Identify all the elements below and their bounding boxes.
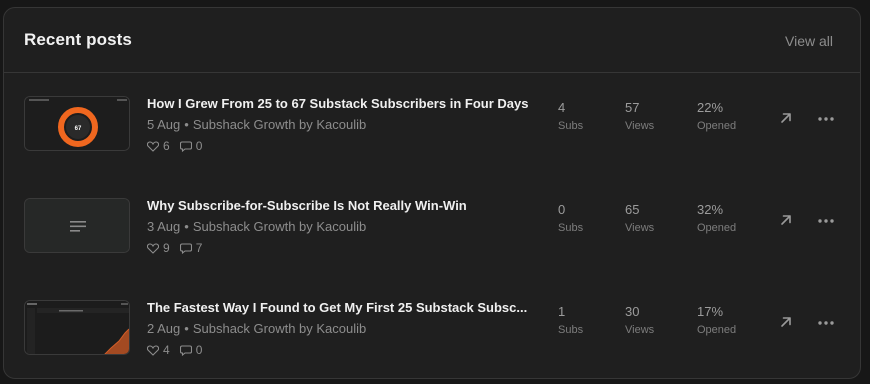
post-thumbnail[interactable] xyxy=(24,300,130,355)
recent-posts-panel: Recent posts View all 67 How I Grew From… xyxy=(3,7,861,379)
more-horizontal-icon[interactable] xyxy=(817,116,835,122)
opened-label: Opened xyxy=(697,324,737,336)
views-value: 65 xyxy=(625,202,640,217)
comment-count: 0 xyxy=(195,139,203,153)
heart-icon xyxy=(147,242,159,254)
post-row[interactable]: 67 How I Grew From 25 to 67 Substack Sub… xyxy=(4,73,860,175)
post-row[interactable]: The Fastest Way I Found to Get My First … xyxy=(4,277,860,378)
subs-value: 1 xyxy=(558,304,566,319)
opened-stat: 32% Opened xyxy=(697,202,736,234)
opened-stat: 17% Opened xyxy=(697,304,736,336)
subs-stat: 4 Subs xyxy=(558,100,583,132)
post-title[interactable]: The Fastest Way I Found to Get My First … xyxy=(147,300,539,315)
post-date: 2 Aug xyxy=(147,321,181,336)
post-publication: Subshack Growth by Kacoulib xyxy=(192,219,367,234)
opened-value: 22% xyxy=(697,100,724,115)
post-publication: Subshack Growth by Kacoulib xyxy=(192,117,367,132)
comment-count: 7 xyxy=(195,241,203,255)
comment-count: 0 xyxy=(195,343,203,357)
views-stat: 30 Views xyxy=(625,304,654,336)
views-stat: 65 Views xyxy=(625,202,654,234)
more-horizontal-icon[interactable] xyxy=(817,218,835,224)
post-title[interactable]: How I Grew From 25 to 67 Substack Subscr… xyxy=(147,96,539,111)
arrow-up-right-icon[interactable] xyxy=(778,110,794,126)
heart-icon xyxy=(147,344,159,356)
subs-label: Subs xyxy=(558,120,584,132)
heart-icon xyxy=(147,140,159,152)
subs-label: Subs xyxy=(558,324,584,336)
post-row[interactable]: Why Subscribe-for-Subscribe Is Not Reall… xyxy=(4,175,860,277)
opened-stat: 22% Opened xyxy=(697,100,736,132)
views-value: 30 xyxy=(625,304,640,319)
post-reactions: 6 0 xyxy=(147,139,212,153)
opened-value: 32% xyxy=(697,202,724,217)
panel-title: Recent posts xyxy=(24,30,132,49)
views-stat: 57 Views xyxy=(625,100,654,132)
opened-label: Opened xyxy=(697,222,737,234)
post-thumbnail[interactable] xyxy=(24,198,130,253)
post-publication: Subshack Growth by Kacoulib xyxy=(192,321,367,336)
post-meta: 3 Aug • Subshack Growth by Kacoulib xyxy=(147,219,367,234)
post-date: 3 Aug xyxy=(147,219,181,234)
subs-value: 4 xyxy=(558,100,566,115)
post-reactions: 9 7 xyxy=(147,241,212,255)
view-all-link[interactable]: View all xyxy=(785,33,833,49)
thumbnail-value: 67 xyxy=(75,126,82,132)
views-label: Views xyxy=(625,222,655,234)
more-horizontal-icon[interactable] xyxy=(817,320,835,326)
opened-label: Opened xyxy=(697,120,737,132)
subs-stat: 0 Subs xyxy=(558,202,583,234)
post-thumbnail[interactable]: 67 xyxy=(24,96,130,151)
views-value: 57 xyxy=(625,100,640,115)
like-count: 6 xyxy=(163,139,170,153)
subs-label: Subs xyxy=(558,222,584,234)
comment-icon xyxy=(179,140,192,152)
comment-icon xyxy=(179,344,192,356)
post-title[interactable]: Why Subscribe-for-Subscribe Is Not Reall… xyxy=(147,198,539,213)
post-meta: 2 Aug • Subshack Growth by Kacoulib xyxy=(147,321,367,336)
like-count: 4 xyxy=(163,343,170,357)
views-label: Views xyxy=(625,120,655,132)
arrow-up-right-icon[interactable] xyxy=(778,314,794,330)
like-count: 9 xyxy=(163,241,170,255)
opened-value: 17% xyxy=(697,304,724,319)
arrow-up-right-icon[interactable] xyxy=(778,212,794,228)
panel-header: Recent posts View all xyxy=(4,8,860,73)
post-date: 5 Aug xyxy=(147,117,181,132)
subs-value: 0 xyxy=(558,202,566,217)
comment-icon xyxy=(179,242,192,254)
views-label: Views xyxy=(625,324,655,336)
subs-stat: 1 Subs xyxy=(558,304,583,336)
post-reactions: 4 0 xyxy=(147,343,212,357)
post-meta: 5 Aug • Subshack Growth by Kacoulib xyxy=(147,117,367,132)
